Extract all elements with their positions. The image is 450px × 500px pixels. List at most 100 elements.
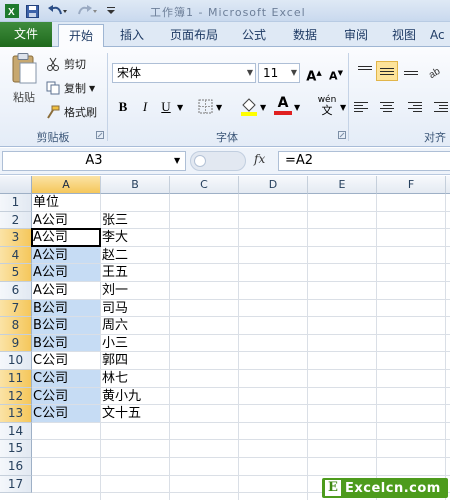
cell-b5[interactable]: 王五 (101, 264, 169, 281)
tab-acrobat[interactable]: Ac (430, 24, 450, 47)
column-header-a[interactable]: A (32, 176, 101, 194)
row-header-8[interactable]: 8 (0, 317, 32, 335)
row-header-14[interactable]: 14 (0, 422, 32, 441)
column-header-b[interactable]: B (101, 176, 170, 194)
font-color-icon[interactable]: A (274, 95, 292, 117)
column-header-f[interactable]: F (377, 176, 446, 194)
row-header-7[interactable]: 7 (0, 299, 32, 318)
cell-b3[interactable]: 李大 (101, 229, 169, 246)
active-cell-a3[interactable] (31, 228, 101, 247)
cell-b9[interactable]: 小三 (101, 335, 169, 352)
row-header-9[interactable]: 9 (0, 334, 32, 353)
cell-a13[interactable]: C公司 (32, 405, 100, 422)
tab-file[interactable]: 文件 (0, 22, 52, 47)
column-header-c[interactable]: C (170, 176, 239, 194)
cell-a6[interactable]: A公司 (32, 282, 100, 299)
align-bottom-button[interactable] (400, 61, 422, 81)
row-header-3[interactable]: 3 (0, 229, 32, 247)
row-header-17[interactable]: 17 (0, 475, 32, 494)
dialog-launcher-icon[interactable] (338, 131, 346, 139)
cell-b2[interactable]: 张三 (101, 212, 169, 229)
align-center-button[interactable] (376, 97, 398, 117)
align-middle-button[interactable] (376, 61, 398, 81)
chevron-down-icon[interactable]: ▼ (174, 156, 180, 165)
tab-review[interactable]: 审阅 (336, 24, 376, 47)
formula-input[interactable]: =A2 (278, 151, 450, 171)
fill-color-icon[interactable] (240, 97, 258, 117)
tab-view[interactable]: 视图 (384, 24, 424, 47)
chevron-down-icon[interactable]: ▼ (294, 103, 300, 112)
cell-b6[interactable]: 刘一 (101, 282, 169, 299)
cell-b13[interactable]: 文十五 (101, 405, 169, 422)
tab-data[interactable]: 数据 (285, 24, 325, 47)
phonetic-guide-icon[interactable]: wén 文 (314, 95, 340, 117)
cell-a2[interactable]: A公司 (32, 212, 100, 229)
shrink-font-button[interactable]: A▼ (326, 63, 346, 83)
bold-button[interactable]: B (113, 97, 133, 117)
tab-formulas[interactable]: 公式 (234, 24, 274, 47)
worksheet-grid[interactable]: A B C D E F 1 2 3 4 5 6 7 8 9 10 11 12 13 14 15 16 17 单位 A… (0, 176, 450, 500)
customize-toolbar-icon[interactable] (106, 3, 116, 19)
undo-icon[interactable] (46, 3, 68, 19)
paste-button[interactable]: 粘贴 (6, 53, 42, 115)
redo-icon[interactable] (76, 3, 98, 19)
italic-button[interactable]: I (135, 97, 155, 117)
chevron-down-icon[interactable]: ▼ (216, 103, 222, 112)
cell-b4[interactable]: 赵二 (101, 247, 169, 264)
save-icon[interactable] (24, 3, 40, 19)
dialog-launcher-icon[interactable] (96, 131, 104, 139)
row-header-15[interactable]: 15 (0, 440, 32, 458)
formula-splitter[interactable] (190, 151, 246, 171)
row-header-11[interactable]: 11 (0, 370, 32, 388)
chevron-down-icon[interactable]: ▼ (89, 84, 95, 93)
row-header-10[interactable]: 10 (0, 352, 32, 370)
chevron-down-icon[interactable]: ▼ (340, 103, 346, 112)
tab-home[interactable]: 开始 (58, 24, 104, 48)
row-header-13[interactable]: 13 (0, 405, 32, 423)
name-box[interactable]: A3 (2, 151, 186, 171)
cell-a5[interactable]: A公司 (32, 264, 100, 281)
cell-b12[interactable]: 黄小九 (101, 388, 169, 405)
format-painter-button[interactable]: 格式刷 (46, 103, 97, 121)
cell-a11[interactable]: C公司 (32, 370, 100, 387)
grow-font-button[interactable]: A▲ (304, 63, 324, 84)
chevron-down-icon[interactable]: ▼ (177, 103, 183, 112)
cell-b8[interactable]: 周六 (101, 317, 169, 334)
cell-b11[interactable]: 林七 (101, 370, 169, 387)
align-right-button[interactable] (400, 97, 422, 117)
cell-a8[interactable]: B公司 (32, 317, 100, 334)
underline-button[interactable]: U (156, 97, 176, 117)
cell-a1[interactable]: 单位 (32, 194, 100, 211)
column-header-g[interactable] (446, 176, 450, 194)
select-all-corner[interactable] (0, 176, 32, 194)
orientation-icon[interactable]: ab (428, 63, 446, 79)
row-header-2[interactable]: 2 (0, 211, 32, 230)
cell-a7[interactable]: B公司 (32, 299, 100, 317)
row-header-16[interactable]: 16 (0, 458, 32, 476)
cell-a12[interactable]: C公司 (32, 387, 100, 405)
decrease-indent-button[interactable] (426, 97, 448, 117)
cell-a4[interactable]: A公司 (32, 246, 100, 264)
copy-button[interactable]: 复制 ▼ (46, 79, 95, 97)
row-header-6[interactable]: 6 (0, 282, 32, 300)
cell-b10[interactable]: 郭四 (101, 352, 169, 369)
cell-a9[interactable]: B公司 (32, 334, 100, 352)
cut-button[interactable]: 剪切 (46, 55, 86, 73)
cell-b7[interactable]: 司马 (101, 300, 169, 317)
align-left-button[interactable] (354, 97, 376, 117)
cell-a10[interactable]: C公司 (32, 352, 100, 369)
row-header-1[interactable]: 1 (0, 194, 32, 212)
row-header-5[interactable]: 5 (0, 264, 32, 282)
tab-insert[interactable]: 插入 (112, 24, 152, 47)
border-icon[interactable] (198, 99, 214, 115)
chevron-down-icon[interactable]: ▼ (260, 103, 266, 112)
align-top-button[interactable] (354, 61, 376, 81)
font-size-select[interactable]: 11 ▼ (258, 63, 300, 83)
row-header-12[interactable]: 12 (0, 387, 32, 406)
font-name-select[interactable]: 宋体 ▼ (112, 63, 256, 83)
row-header-4[interactable]: 4 (0, 246, 32, 265)
insert-function-icon[interactable]: fx (254, 152, 265, 166)
column-header-e[interactable]: E (308, 176, 377, 194)
tab-page-layout[interactable]: 页面布局 (164, 24, 224, 47)
column-header-d[interactable]: D (239, 176, 308, 194)
